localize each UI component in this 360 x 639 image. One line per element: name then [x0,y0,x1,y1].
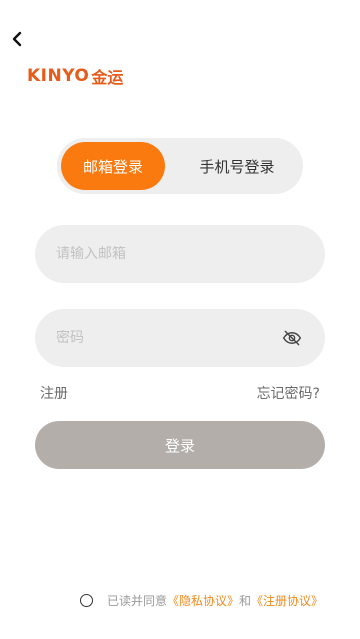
back-button[interactable] [6,28,28,50]
login-page: KINYO 金运 邮箱登录 手机号登录 注册 忘记密码? 登录 已读并同意 《隐… [0,0,360,639]
register-agreement-link[interactable]: 《注册协议》 [251,592,323,609]
brand-logo: KINYO 金运 [27,64,123,88]
email-input[interactable] [56,246,303,262]
email-field [35,225,325,283]
tab-email-login[interactable]: 邮箱登录 [61,142,165,190]
eye-off-icon[interactable] [281,327,303,349]
register-link[interactable]: 注册 [40,383,68,403]
password-input[interactable] [56,330,281,346]
tab-phone-login[interactable]: 手机号登录 [175,142,299,190]
login-mode-tabs: 邮箱登录 手机号登录 [57,138,303,194]
password-field [35,309,325,367]
auxiliary-links: 注册 忘记密码? [40,382,320,404]
logo-latin: KINYO [27,66,90,86]
agreement-and: 和 [239,593,252,608]
login-button[interactable]: 登录 [35,421,325,469]
logo-cjk: 金运 [91,68,124,87]
agreement-prefix: 已读并同意 [107,593,168,608]
forgot-password-link[interactable]: 忘记密码? [257,383,320,403]
privacy-agreement-link[interactable]: 《隐私协议》 [167,592,239,609]
agreement-row: 已读并同意 《隐私协议》 和 《注册协议》 [80,591,323,609]
agreement-radio[interactable] [80,593,93,607]
chevron-left-icon [12,31,22,47]
